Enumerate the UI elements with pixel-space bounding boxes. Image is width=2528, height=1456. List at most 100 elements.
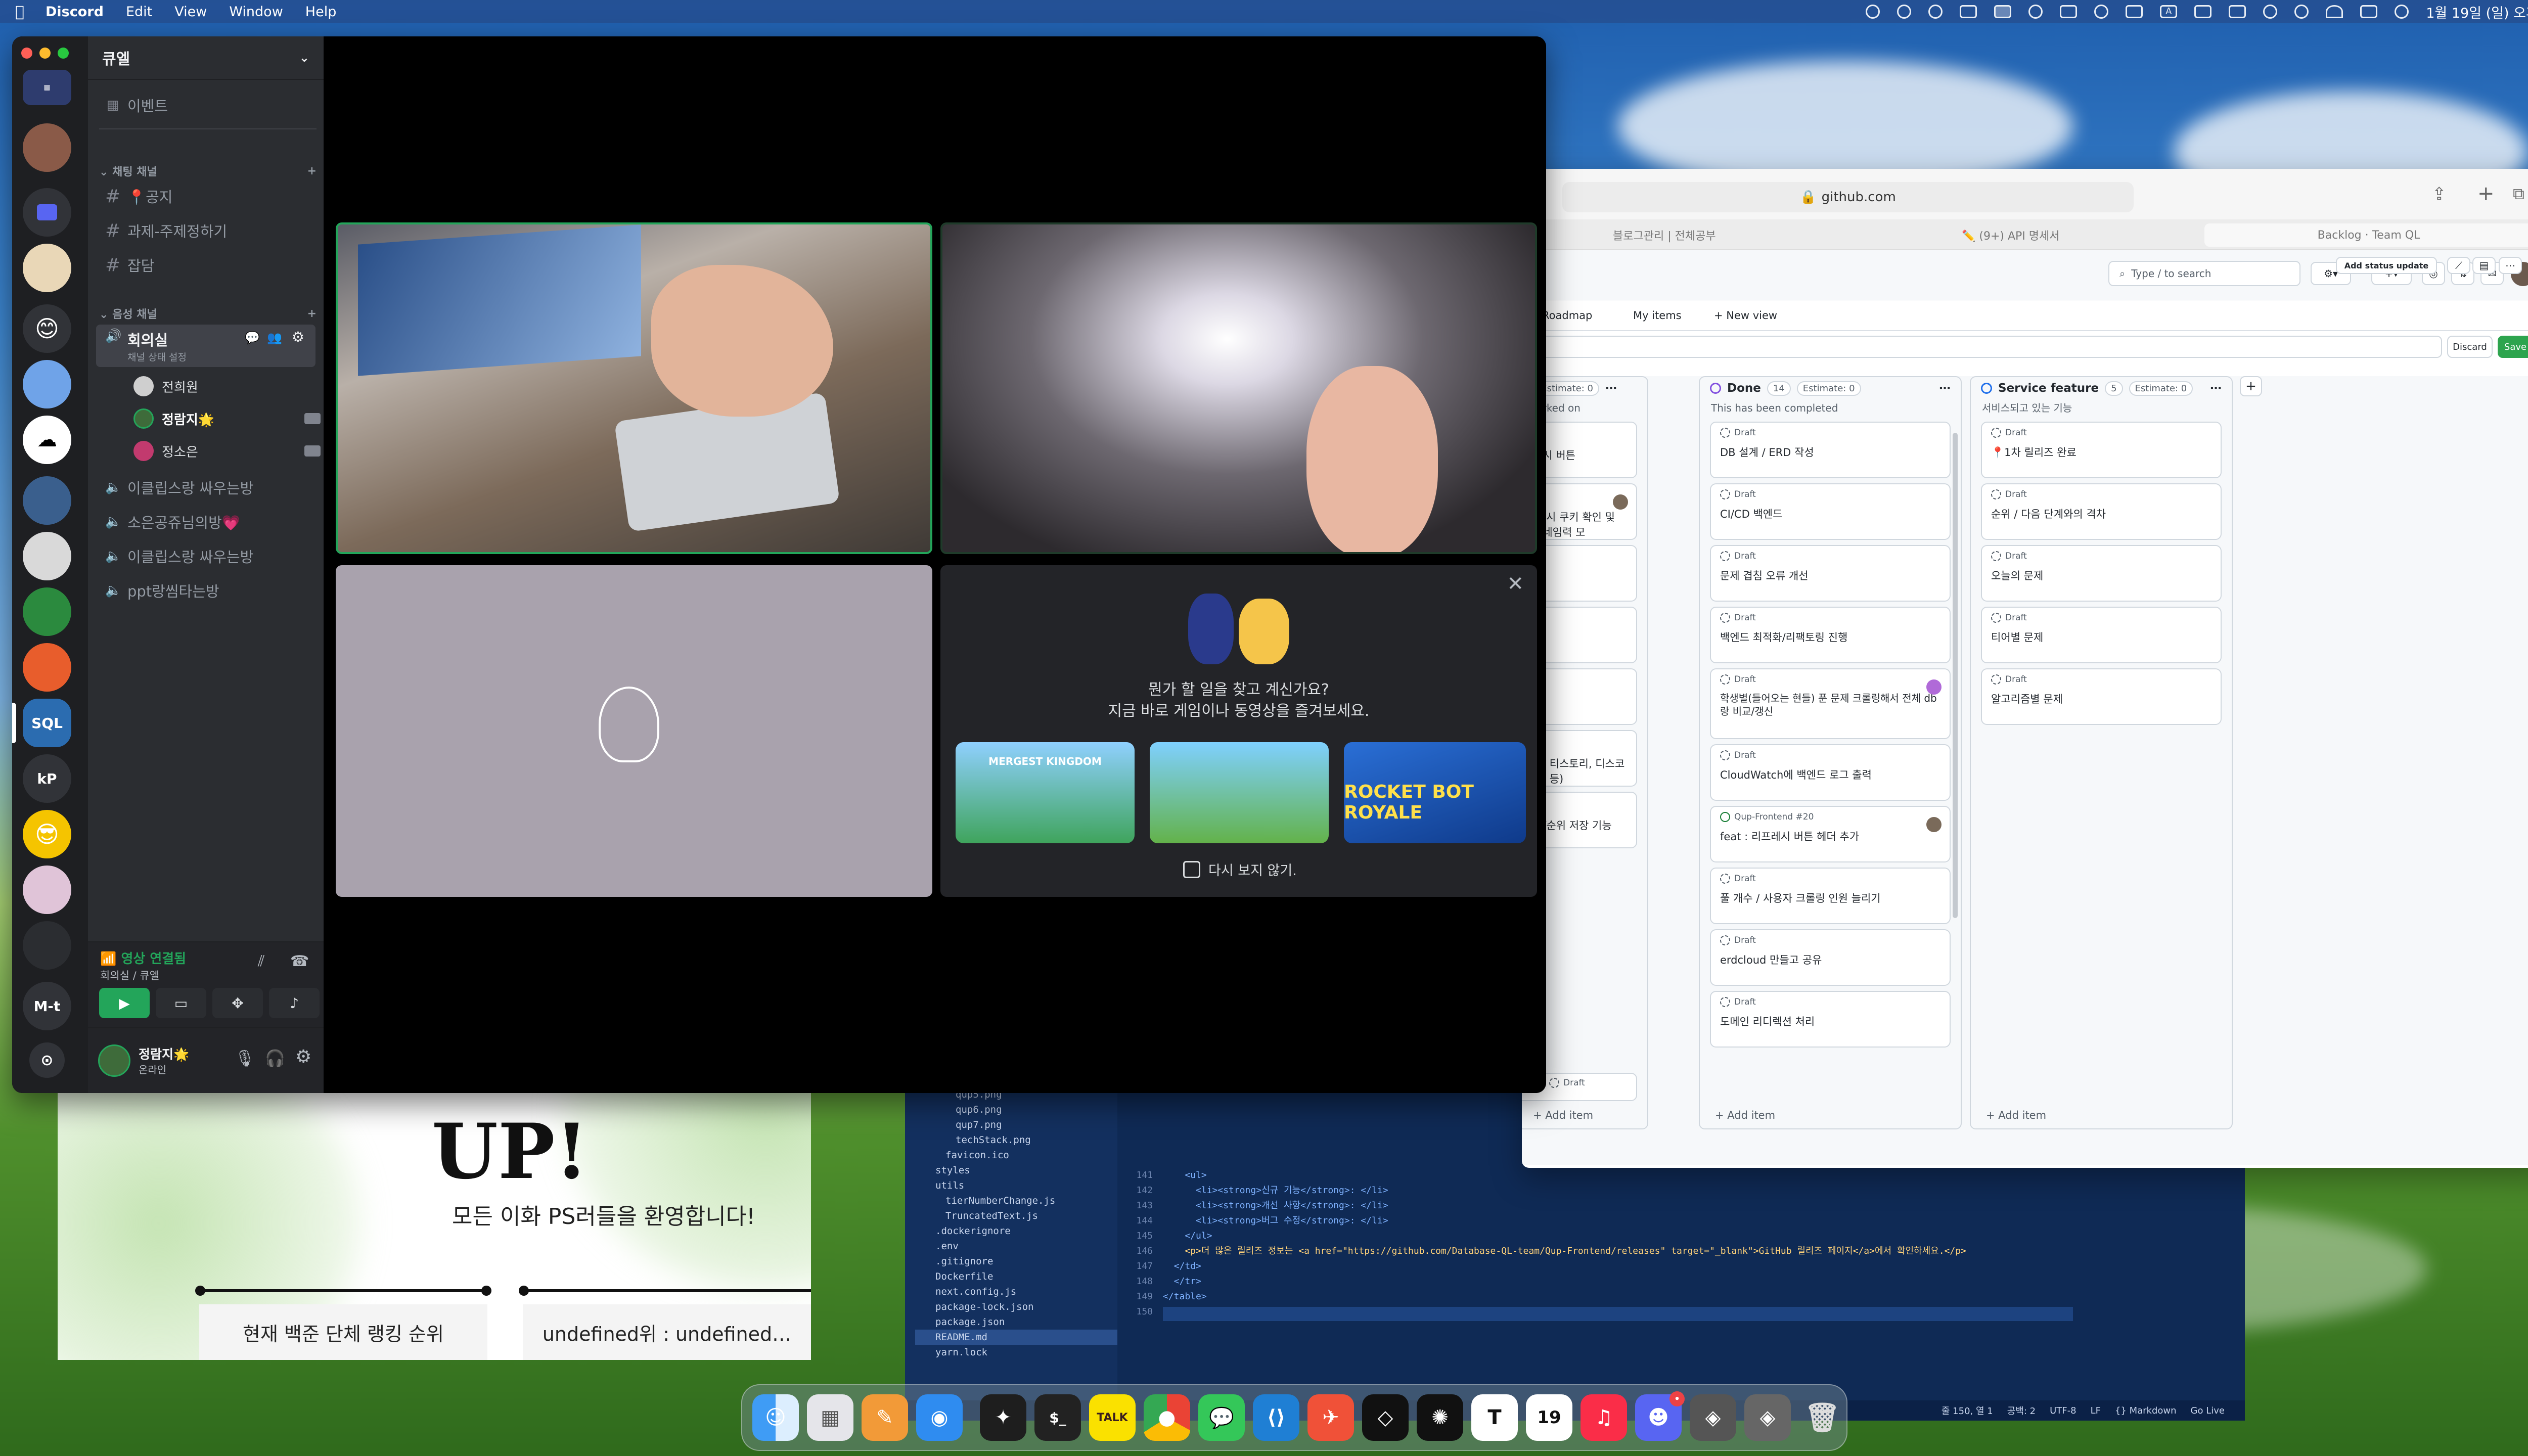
vpn-icon[interactable]: [2028, 5, 2043, 19]
calendar-icon[interactable]: 19: [1526, 1394, 1572, 1441]
file-item[interactable]: .dockerignore: [935, 1223, 1117, 1239]
dont-show-label[interactable]: 다시 보지 않기.: [1208, 859, 1297, 879]
board-card[interactable]: Draft 백엔드 최적화/리팩토링 진행: [1710, 607, 1951, 663]
code-line[interactable]: [1163, 1304, 2225, 1320]
server-icon[interactable]: ☁: [23, 416, 71, 464]
microphone-icon[interactable]: 🎙: [235, 1049, 255, 1068]
server-icon[interactable]: [23, 123, 71, 172]
video-tile-desk[interactable]: [336, 222, 932, 554]
board-card[interactable]: Draft 티어별 문제: [1981, 607, 2222, 663]
minimize-button[interactable]: [39, 48, 51, 59]
server-icon[interactable]: [23, 244, 71, 292]
avatar[interactable]: [98, 1044, 130, 1077]
tab-blog[interactable]: 블로그관리 | 전체공부: [1613, 223, 1815, 247]
voice-channel[interactable]: 🔈 ppt랑씸타는방: [96, 575, 315, 606]
server-icon[interactable]: ▦: [23, 70, 71, 105]
status-go-live[interactable]: Go Live: [2191, 1405, 2225, 1416]
discord-icon[interactable]: ☻ •: [1635, 1391, 1685, 1441]
screen-share-icon[interactable]: [1960, 5, 1977, 18]
share-icon[interactable]: ⇪: [2432, 184, 2447, 204]
close-icon[interactable]: ✕: [1507, 572, 1524, 596]
kakaotalk-icon[interactable]: TALK: [1089, 1394, 1136, 1441]
menu-window[interactable]: Window: [229, 4, 283, 20]
voice-member[interactable]: 정람지🌟: [133, 405, 321, 432]
add-item-button[interactable]: + Add item: [1715, 1109, 1775, 1121]
messages-icon[interactable]: 💬: [1198, 1394, 1245, 1441]
status-indent[interactable]: 공백: 2: [2007, 1404, 2036, 1417]
gear-icon[interactable]: ⚙: [292, 329, 304, 345]
board-card[interactable]: Draft 문제 겹침 오류 개선: [1710, 545, 1951, 602]
board-card[interactable]: Draft 알고리즘별 문제: [1981, 668, 2222, 725]
file-item[interactable]: qup6.png: [935, 1102, 1117, 1117]
channel-assignment[interactable]: # 과제-주제정하기: [96, 215, 315, 246]
board-card[interactable]: Draft 순위 / 다음 단계와의 격차: [1981, 483, 2222, 540]
notification-icon[interactable]: [2094, 5, 2109, 19]
disconnect-icon[interactable]: ☎: [290, 952, 309, 970]
menu-help[interactable]: Help: [305, 4, 337, 20]
voice-member[interactable]: 정소은: [133, 438, 321, 464]
add-channel-icon[interactable]: +: [307, 165, 317, 177]
screen-icon[interactable]: [2229, 5, 2246, 18]
save-button[interactable]: Save: [2498, 336, 2528, 358]
view-new-view[interactable]: + New view: [1714, 309, 1777, 322]
search-icon[interactable]: [2294, 5, 2309, 19]
file-item[interactable]: TruncatedText.js: [935, 1208, 1117, 1223]
typora-icon[interactable]: T: [1471, 1394, 1518, 1441]
input-source-icon[interactable]: A: [2160, 5, 2178, 18]
board-card[interactable]: Qup-Frontend #20 feat : 리프레시 버튼 헤더 추가: [1710, 806, 1951, 862]
file-item[interactable]: package.json: [935, 1314, 1117, 1330]
game-card-mergest-kingdom[interactable]: MERGEST KINGDOM: [956, 742, 1135, 843]
status-eol[interactable]: LF: [2091, 1405, 2101, 1416]
code-line[interactable]: <p>더 많은 릴리즈 정보는 <a href="https://github.…: [1163, 1244, 2225, 1259]
voice-channel[interactable]: 🔈 이클립스랑 싸우는방: [96, 472, 315, 503]
control-center-icon[interactable]: [2360, 5, 2378, 18]
code-line[interactable]: <li><strong>버그 수정</strong>: </li>: [1163, 1213, 2225, 1228]
add-item-button[interactable]: + Add item: [1986, 1109, 2046, 1121]
server-icon-kp[interactable]: kP: [23, 754, 71, 803]
battery-icon[interactable]: [2194, 5, 2212, 18]
file-item[interactable]: next.config.js: [935, 1284, 1117, 1299]
voice-location[interactable]: 회의실 / 큐엘: [100, 968, 159, 983]
new-tab-icon[interactable]: +: [2477, 182, 2495, 205]
folder-item[interactable]: utils: [935, 1178, 1117, 1193]
play-icon[interactable]: [2263, 5, 2278, 19]
status-position[interactable]: 줄 150, 열 1: [1942, 1404, 1993, 1417]
server-icon[interactable]: 😊: [23, 304, 71, 353]
tab-overview-icon[interactable]: ⧉: [2513, 184, 2524, 204]
board-card[interactable]: Draft 오늘의 문제: [1981, 545, 2222, 602]
add-status-update-button[interactable]: Add status update: [2336, 257, 2437, 274]
clock[interactable]: 1월 19일 (일) 오후 1:07: [2426, 2, 2528, 22]
display-icon[interactable]: [1994, 5, 2012, 18]
game-card-farm[interactable]: [1150, 742, 1329, 843]
folder-item[interactable]: styles: [935, 1163, 1117, 1178]
vscode-icon[interactable]: ⟨⟩: [1253, 1394, 1299, 1441]
server-icon[interactable]: [23, 476, 71, 525]
category-text-channels[interactable]: ⌄ 채팅 채널 +: [99, 163, 317, 179]
status-encoding[interactable]: UTF-8: [2050, 1405, 2076, 1416]
channel-status-hint[interactable]: 채널 상태 설정: [127, 350, 187, 363]
server-icon[interactable]: [23, 643, 71, 692]
file-item[interactable]: yarn.lock: [935, 1345, 1117, 1360]
unity-editor-icon[interactable]: ◈: [1744, 1394, 1791, 1441]
file-item[interactable]: qup7.png: [935, 1117, 1117, 1132]
file-item[interactable]: Dockerfile: [935, 1269, 1117, 1284]
voice-channel[interactable]: 🔈 소은공쥬님의방💗: [96, 507, 315, 537]
board-card[interactable]: Draft CloudWatch에 백엔드 로그 출력: [1710, 744, 1951, 801]
volume-icon[interactable]: [2126, 5, 2143, 18]
status-language[interactable]: {} Markdown: [2115, 1405, 2177, 1416]
add-member-icon[interactable]: 👥: [267, 331, 282, 345]
channel-chat[interactable]: # 잡담: [96, 250, 315, 280]
board-card[interactable]: Draft 풀 개수 / 사용자 크롤링 인원 늘리기: [1710, 868, 1951, 924]
code-line[interactable]: <li><strong>개선 사항</strong>: </li>: [1163, 1198, 2225, 1213]
file-item[interactable]: techStack.png: [935, 1132, 1117, 1148]
close-button[interactable]: [21, 48, 32, 59]
unity-icon[interactable]: ◈: [1690, 1394, 1736, 1441]
board-card[interactable]: Draft erdcloud 만들고 공유: [1710, 929, 1951, 986]
code-line[interactable]: </table>: [1163, 1289, 2225, 1304]
server-icon[interactable]: [23, 532, 71, 580]
discover-icon[interactable]: ⊙: [29, 1042, 65, 1078]
headphones-icon[interactable]: 🎧: [265, 1049, 285, 1068]
video-tile-light[interactable]: [940, 222, 1537, 554]
code-line[interactable]: <ul>: [1163, 1168, 2225, 1183]
server-icon-mt[interactable]: M-t: [23, 982, 71, 1030]
